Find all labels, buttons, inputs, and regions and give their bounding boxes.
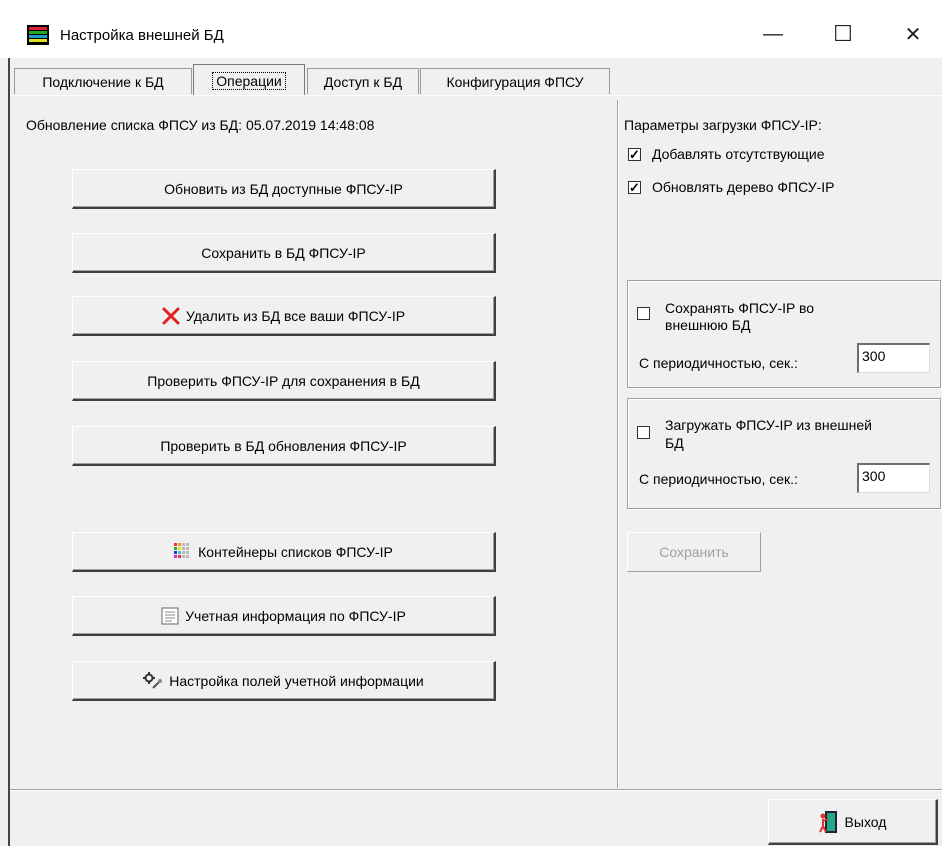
tab-operations[interactable]: Операции bbox=[193, 64, 305, 96]
button-label: Выход bbox=[844, 813, 887, 830]
document-icon bbox=[161, 607, 179, 625]
button-label: Проверить в БД обновления ФПСУ-IP bbox=[160, 437, 407, 454]
tab-fpsu-config[interactable]: Конфигурация ФПСУ bbox=[420, 68, 610, 94]
maximize-button[interactable]: ☐ bbox=[820, 14, 866, 54]
load-period-input[interactable]: 300 bbox=[857, 463, 930, 493]
update-tree-checkbox[interactable]: ✓ bbox=[628, 181, 641, 194]
refresh-from-db-button[interactable]: Обновить из БД доступные ФПСУ-IP bbox=[72, 169, 496, 209]
save-to-db-button[interactable]: Сохранить в БД ФПСУ-IP bbox=[72, 233, 496, 273]
close-button[interactable]: ✕ bbox=[890, 14, 936, 54]
tab-label: Операции bbox=[212, 71, 286, 90]
tab-connection[interactable]: Подключение к БД bbox=[14, 68, 192, 94]
button-label: Сохранить bbox=[659, 544, 729, 560]
exit-button[interactable]: Выход bbox=[768, 799, 938, 845]
load-external-label-line2: БД bbox=[665, 435, 684, 451]
red-x-icon bbox=[162, 307, 180, 325]
tab-access[interactable]: Доступ к БД bbox=[307, 68, 419, 94]
tab-label: Доступ к БД bbox=[323, 73, 403, 90]
check-updates-button[interactable]: Проверить в БД обновления ФПСУ-IP bbox=[72, 426, 496, 466]
add-missing-checkbox[interactable]: ✓ bbox=[628, 148, 641, 161]
check-for-save-button[interactable]: Проверить ФПСУ-IP для сохранения в БД bbox=[72, 361, 496, 401]
button-label: Учетная информация по ФПСУ-IP bbox=[185, 607, 406, 624]
button-label: Сохранить в БД ФПСУ-IP bbox=[201, 244, 366, 261]
window-frame-bottom bbox=[8, 790, 10, 846]
load-params-title: Параметры загрузки ФПСУ-IP: bbox=[624, 117, 822, 133]
button-label: Удалить из БД все ваши ФПСУ-IP bbox=[185, 307, 406, 324]
delete-from-db-button[interactable]: Удалить из БД все ваши ФПСУ-IP bbox=[72, 296, 496, 336]
tab-label: Подключение к БД bbox=[42, 73, 164, 90]
settings-gear-icon bbox=[143, 671, 163, 690]
save-external-checkbox[interactable] bbox=[637, 307, 650, 320]
load-external-label-line1: Загружать ФПСУ-IP из внешней bbox=[665, 417, 872, 433]
exit-door-icon bbox=[818, 810, 839, 834]
color-grid-icon bbox=[174, 542, 192, 561]
button-label: Проверить ФПСУ-IP для сохранения в БД bbox=[147, 372, 420, 389]
save-settings-button[interactable]: Сохранить bbox=[627, 532, 761, 572]
button-label: Контейнеры списков ФПСУ-IP bbox=[198, 543, 393, 560]
panel-divider-highlight bbox=[618, 100, 619, 788]
title-bar: Настройка внешней БД — ☐ ✕ bbox=[0, 0, 942, 58]
save-external-label-line2: внешнюю БД bbox=[665, 317, 751, 333]
accounting-info-button[interactable]: Учетная информация по ФПСУ-IP bbox=[72, 596, 496, 636]
app-icon bbox=[27, 25, 49, 48]
save-external-label-line1: Сохранять ФПСУ-IP во bbox=[665, 300, 815, 316]
load-external-checkbox[interactable] bbox=[637, 426, 650, 439]
update-tree-label: Обновлять дерево ФПСУ-IP bbox=[652, 179, 835, 195]
minimize-button[interactable]: — bbox=[750, 14, 796, 54]
window-title: Настройка внешней БД bbox=[60, 27, 224, 44]
footer-separator-highlight bbox=[10, 790, 942, 791]
save-period-label: С периодичностью, сек.: bbox=[639, 355, 798, 371]
load-period-label: С периодичностью, сек.: bbox=[639, 471, 798, 487]
add-missing-label: Добавлять отсутствующие bbox=[652, 146, 825, 162]
button-label: Обновить из БД доступные ФПСУ-IP bbox=[164, 180, 403, 197]
containers-button[interactable]: Контейнеры списков ФПСУ-IP bbox=[72, 532, 496, 572]
fields-setup-button[interactable]: Настройка полей учетной информации bbox=[72, 661, 496, 701]
save-period-input[interactable]: 300 bbox=[857, 343, 930, 373]
update-status-text: Обновление списка ФПСУ из БД: 05.07.2019… bbox=[26, 117, 375, 133]
tab-strip: Подключение к БД Операции Доступ к БД Ко… bbox=[10, 62, 942, 96]
button-label: Настройка полей учетной информации bbox=[169, 672, 424, 689]
tab-label: Конфигурация ФПСУ bbox=[446, 73, 584, 90]
